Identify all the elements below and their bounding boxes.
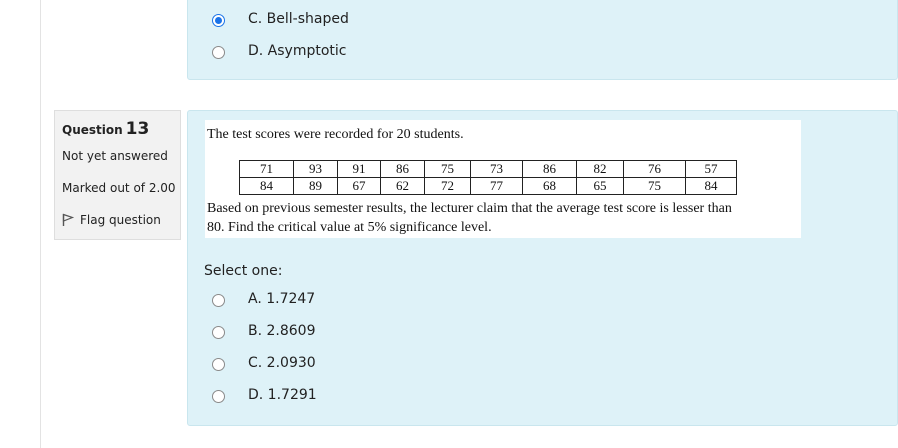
scores-table: 71 93 91 86 75 73 86 82 76 57 84 89 67 6… [239, 160, 737, 195]
question-marks: Marked out of 2.00 [62, 181, 176, 195]
previous-answer-panel: C. Bell-shaped D. Asymptotic [187, 0, 898, 80]
table-row: 84 89 67 62 72 77 68 65 75 84 [239, 177, 737, 195]
answer-option-a[interactable]: A. 1.7247 [212, 291, 315, 307]
radio-button[interactable] [212, 326, 225, 339]
table-cell: 84 [239, 177, 294, 195]
table-cell: 65 [576, 177, 624, 195]
question-intro-text: The test scores were recorded for 20 stu… [207, 127, 464, 142]
question-text-line: 80. Find the critical value at 5% signif… [207, 220, 492, 235]
radio-button[interactable] [212, 46, 225, 59]
radio-button[interactable] [212, 358, 225, 371]
table-cell: 86 [380, 160, 425, 178]
question-body-text: Based on previous semester results, the … [207, 199, 732, 237]
table-cell: 77 [470, 177, 523, 195]
table-cell: 86 [522, 160, 577, 178]
table-cell: 75 [424, 160, 471, 178]
question-image: The test scores were recorded for 20 stu… [205, 120, 801, 238]
answer-option-label: C. 2.0930 [248, 355, 316, 371]
question-status: Not yet answered [62, 149, 168, 163]
question-info-box: Question 13 Not yet answered Marked out o… [54, 110, 181, 240]
answer-option-c[interactable]: C. 2.0930 [212, 355, 316, 371]
question-text-line: Based on previous semester results, the … [207, 201, 732, 216]
table-cell: 89 [293, 177, 338, 195]
table-cell: 72 [424, 177, 471, 195]
table-cell: 73 [470, 160, 523, 178]
radio-button[interactable] [212, 390, 225, 403]
answer-option-d[interactable]: D. Asymptotic [212, 43, 347, 59]
radio-button-selected[interactable] [212, 14, 225, 27]
flag-question-link[interactable]: Flag question [62, 213, 161, 227]
table-cell: 75 [623, 177, 686, 195]
table-row: 71 93 91 86 75 73 86 82 76 57 [239, 160, 737, 178]
answer-option-label: B. 2.8609 [248, 323, 316, 339]
answer-option-label: A. 1.7247 [248, 291, 316, 307]
table-cell: 71 [239, 160, 294, 178]
answer-option-d[interactable]: D. 1.7291 [212, 387, 317, 403]
select-one-prompt: Select one: [204, 263, 283, 279]
table-cell: 93 [293, 160, 338, 178]
flag-question-label: Flag question [80, 213, 161, 227]
table-cell: 67 [337, 177, 381, 195]
table-cell: 62 [380, 177, 425, 195]
table-cell: 82 [576, 160, 624, 178]
radio-button[interactable] [212, 294, 225, 307]
answer-option-b[interactable]: B. 2.8609 [212, 323, 316, 339]
answer-option-c[interactable]: C. Bell-shaped [212, 11, 349, 27]
question-content-panel: The test scores were recorded for 20 stu… [187, 110, 898, 426]
answer-option-label: D. 1.7291 [248, 387, 317, 403]
page-left-border [40, 0, 41, 448]
flag-icon [62, 213, 74, 226]
question-label: Question [62, 123, 123, 137]
question-title: Question 13 [62, 119, 149, 139]
table-cell: 68 [522, 177, 577, 195]
question-number: 13 [125, 119, 150, 139]
table-cell: 57 [685, 160, 737, 178]
table-cell: 76 [623, 160, 686, 178]
table-cell: 91 [337, 160, 381, 178]
answer-option-label: C. Bell-shaped [248, 11, 349, 27]
answer-option-label: D. Asymptotic [248, 43, 347, 59]
table-cell: 84 [685, 177, 737, 195]
